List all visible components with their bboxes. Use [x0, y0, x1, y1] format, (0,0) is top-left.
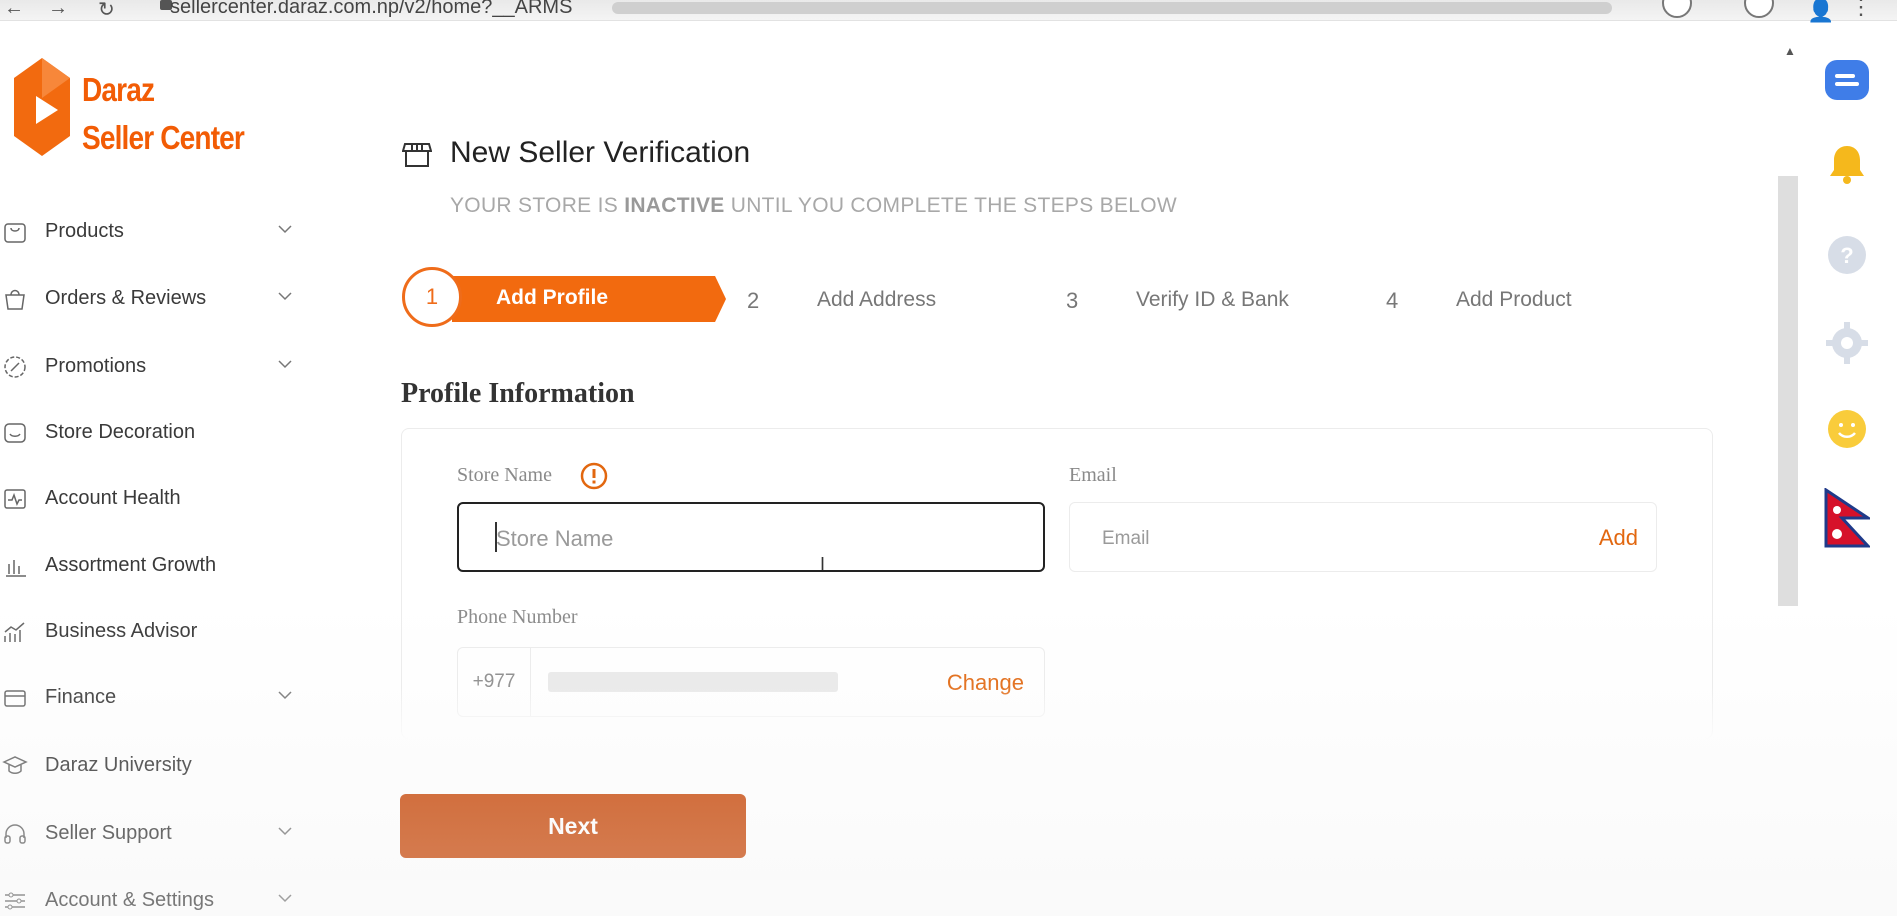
phone-field[interactable]: +977 Change: [457, 647, 1045, 717]
email-label: Email: [1069, 464, 1117, 486]
gear-icon[interactable]: [1824, 320, 1870, 366]
store-name-label: Store Name: [457, 464, 552, 486]
email-add-button[interactable]: Add: [1599, 525, 1638, 551]
shopping-bag-icon: [5, 289, 25, 310]
step-label-add-profile: Add Profile: [496, 286, 609, 309]
next-button[interactable]: Next: [400, 794, 746, 858]
text-cursor-icon: I: [820, 554, 826, 574]
sidebar-item-label: Finance: [45, 686, 117, 708]
phone-label: Phone Number: [457, 606, 578, 628]
sidebar-item-label: Account Health: [45, 487, 181, 509]
masked-phone-number: [548, 672, 838, 692]
chevron-down-icon[interactable]: [276, 686, 294, 704]
section-title: Profile Information: [401, 378, 635, 409]
logo-text: Daraz Seller Center: [82, 66, 273, 162]
scroll-up-icon[interactable]: ▲: [1784, 44, 1796, 58]
step-number: 3: [1066, 288, 1079, 313]
extension-icon[interactable]: [1662, 0, 1692, 18]
sidebar-item-promotions[interactable]: Promotions: [0, 345, 300, 389]
address-bar[interactable]: sellercenter.daraz.com.np/v2/home?__ARMS: [170, 0, 572, 19]
chevron-down-icon[interactable]: [276, 822, 294, 840]
sidebar-item-label: Assortment Growth: [45, 554, 217, 576]
chevron-down-icon[interactable]: [276, 889, 294, 907]
step-number: 1: [402, 267, 462, 327]
store-name-input[interactable]: Store Name: [457, 502, 1045, 572]
sidebar-item-label: Daraz University: [45, 754, 192, 776]
subtitle-text: YOUR STORE IS: [450, 194, 625, 217]
logo-line2: Seller Center: [82, 119, 245, 156]
sidebar-item-store-decoration[interactable]: Store Decoration: [0, 411, 300, 455]
bell-icon[interactable]: [1824, 142, 1870, 188]
chat-icon[interactable]: [1824, 58, 1870, 104]
sidebar-item-account-health[interactable]: Account Health: [0, 477, 300, 521]
back-icon[interactable]: ←: [4, 0, 24, 20]
sidebar-item-label: Orders & Reviews: [45, 287, 207, 309]
sidebar-item-label: Promotions: [45, 355, 147, 377]
sidebar-item-seller-support[interactable]: Seller Support: [0, 812, 300, 856]
sidebar-item-business-advisor[interactable]: Business Advisor: [0, 610, 300, 654]
country-code: +977: [458, 648, 531, 716]
discount-icon: [4, 356, 26, 378]
sidebar-item-label: Products: [45, 220, 124, 242]
sidebar-item-account-settings[interactable]: Account & Settings: [0, 879, 300, 923]
warning-icon[interactable]: [580, 462, 608, 490]
step-label-add-product[interactable]: Add Product: [1456, 288, 1572, 312]
store-icon: [4, 423, 26, 443]
sidebar-item-assortment-growth[interactable]: Assortment Growth: [0, 544, 300, 588]
extension-icon[interactable]: [1744, 0, 1774, 18]
chevron-down-icon[interactable]: [276, 355, 294, 373]
logo-line1: Daraz: [82, 71, 155, 108]
reload-icon[interactable]: ↻: [98, 0, 115, 22]
growth-chart-icon: [4, 622, 25, 642]
menu-icon[interactable]: ⋮: [1850, 0, 1872, 20]
headset-icon: [4, 824, 26, 844]
chevron-down-icon[interactable]: [276, 220, 294, 238]
step-label-verify-id-bank[interactable]: Verify ID & Bank: [1136, 288, 1289, 312]
graduation-icon: [2, 756, 28, 774]
health-icon: [4, 489, 26, 509]
nepal-flag-icon[interactable]: [1824, 488, 1870, 550]
email-placeholder: Email: [1102, 528, 1150, 549]
storefront-icon: [402, 143, 432, 167]
subtitle-text: UNTIL YOU COMPLETE THE STEPS BELOW: [724, 194, 1177, 217]
page-subtitle: YOUR STORE IS INACTIVE UNTIL YOU COMPLET…: [450, 194, 1177, 218]
smiley-icon[interactable]: [1824, 406, 1870, 452]
svg-text:?: ?: [1840, 243, 1853, 268]
address-bar-overflow: [612, 2, 1612, 14]
email-field[interactable]: Email Add: [1069, 502, 1657, 572]
profile-icon[interactable]: 👤: [1807, 0, 1834, 24]
daraz-logo-icon[interactable]: [12, 58, 72, 158]
sidebar-item-products[interactable]: Products: [0, 210, 300, 254]
page-title: New Seller Verification: [450, 136, 751, 169]
scrollbar-thumb[interactable]: [1778, 176, 1798, 606]
card-icon: [4, 690, 26, 707]
step-number: 4: [1386, 288, 1399, 313]
subtitle-status: INACTIVE: [624, 194, 725, 217]
sidebar-item-label: Store Decoration: [45, 421, 196, 443]
sidebar-item-label: Seller Support: [45, 822, 172, 844]
sidebar-item-daraz-university[interactable]: Daraz University: [0, 744, 300, 788]
text-caret: [495, 522, 497, 552]
sidebar-item-label: Account & Settings: [45, 889, 214, 911]
sidebar-item-orders-reviews[interactable]: Orders & Reviews: [0, 277, 300, 321]
phone-change-button[interactable]: Change: [947, 670, 1024, 696]
browser-bar: ← → ↻ sellercenter.daraz.com.np/v2/home?…: [0, 0, 1897, 24]
sliders-icon: [5, 892, 25, 910]
forward-icon[interactable]: →: [48, 0, 68, 20]
sidebar-item-finance[interactable]: Finance: [0, 676, 300, 720]
chevron-down-icon[interactable]: [276, 287, 294, 305]
bag-icon: [4, 223, 26, 243]
bar-chart-icon: [6, 560, 26, 577]
help-icon[interactable]: ?: [1824, 232, 1870, 278]
step-number: 2: [747, 288, 760, 313]
step-label-add-address[interactable]: Add Address: [817, 288, 936, 312]
store-name-placeholder: Store Name: [496, 526, 614, 551]
sidebar-item-label: Business Advisor: [45, 620, 198, 642]
